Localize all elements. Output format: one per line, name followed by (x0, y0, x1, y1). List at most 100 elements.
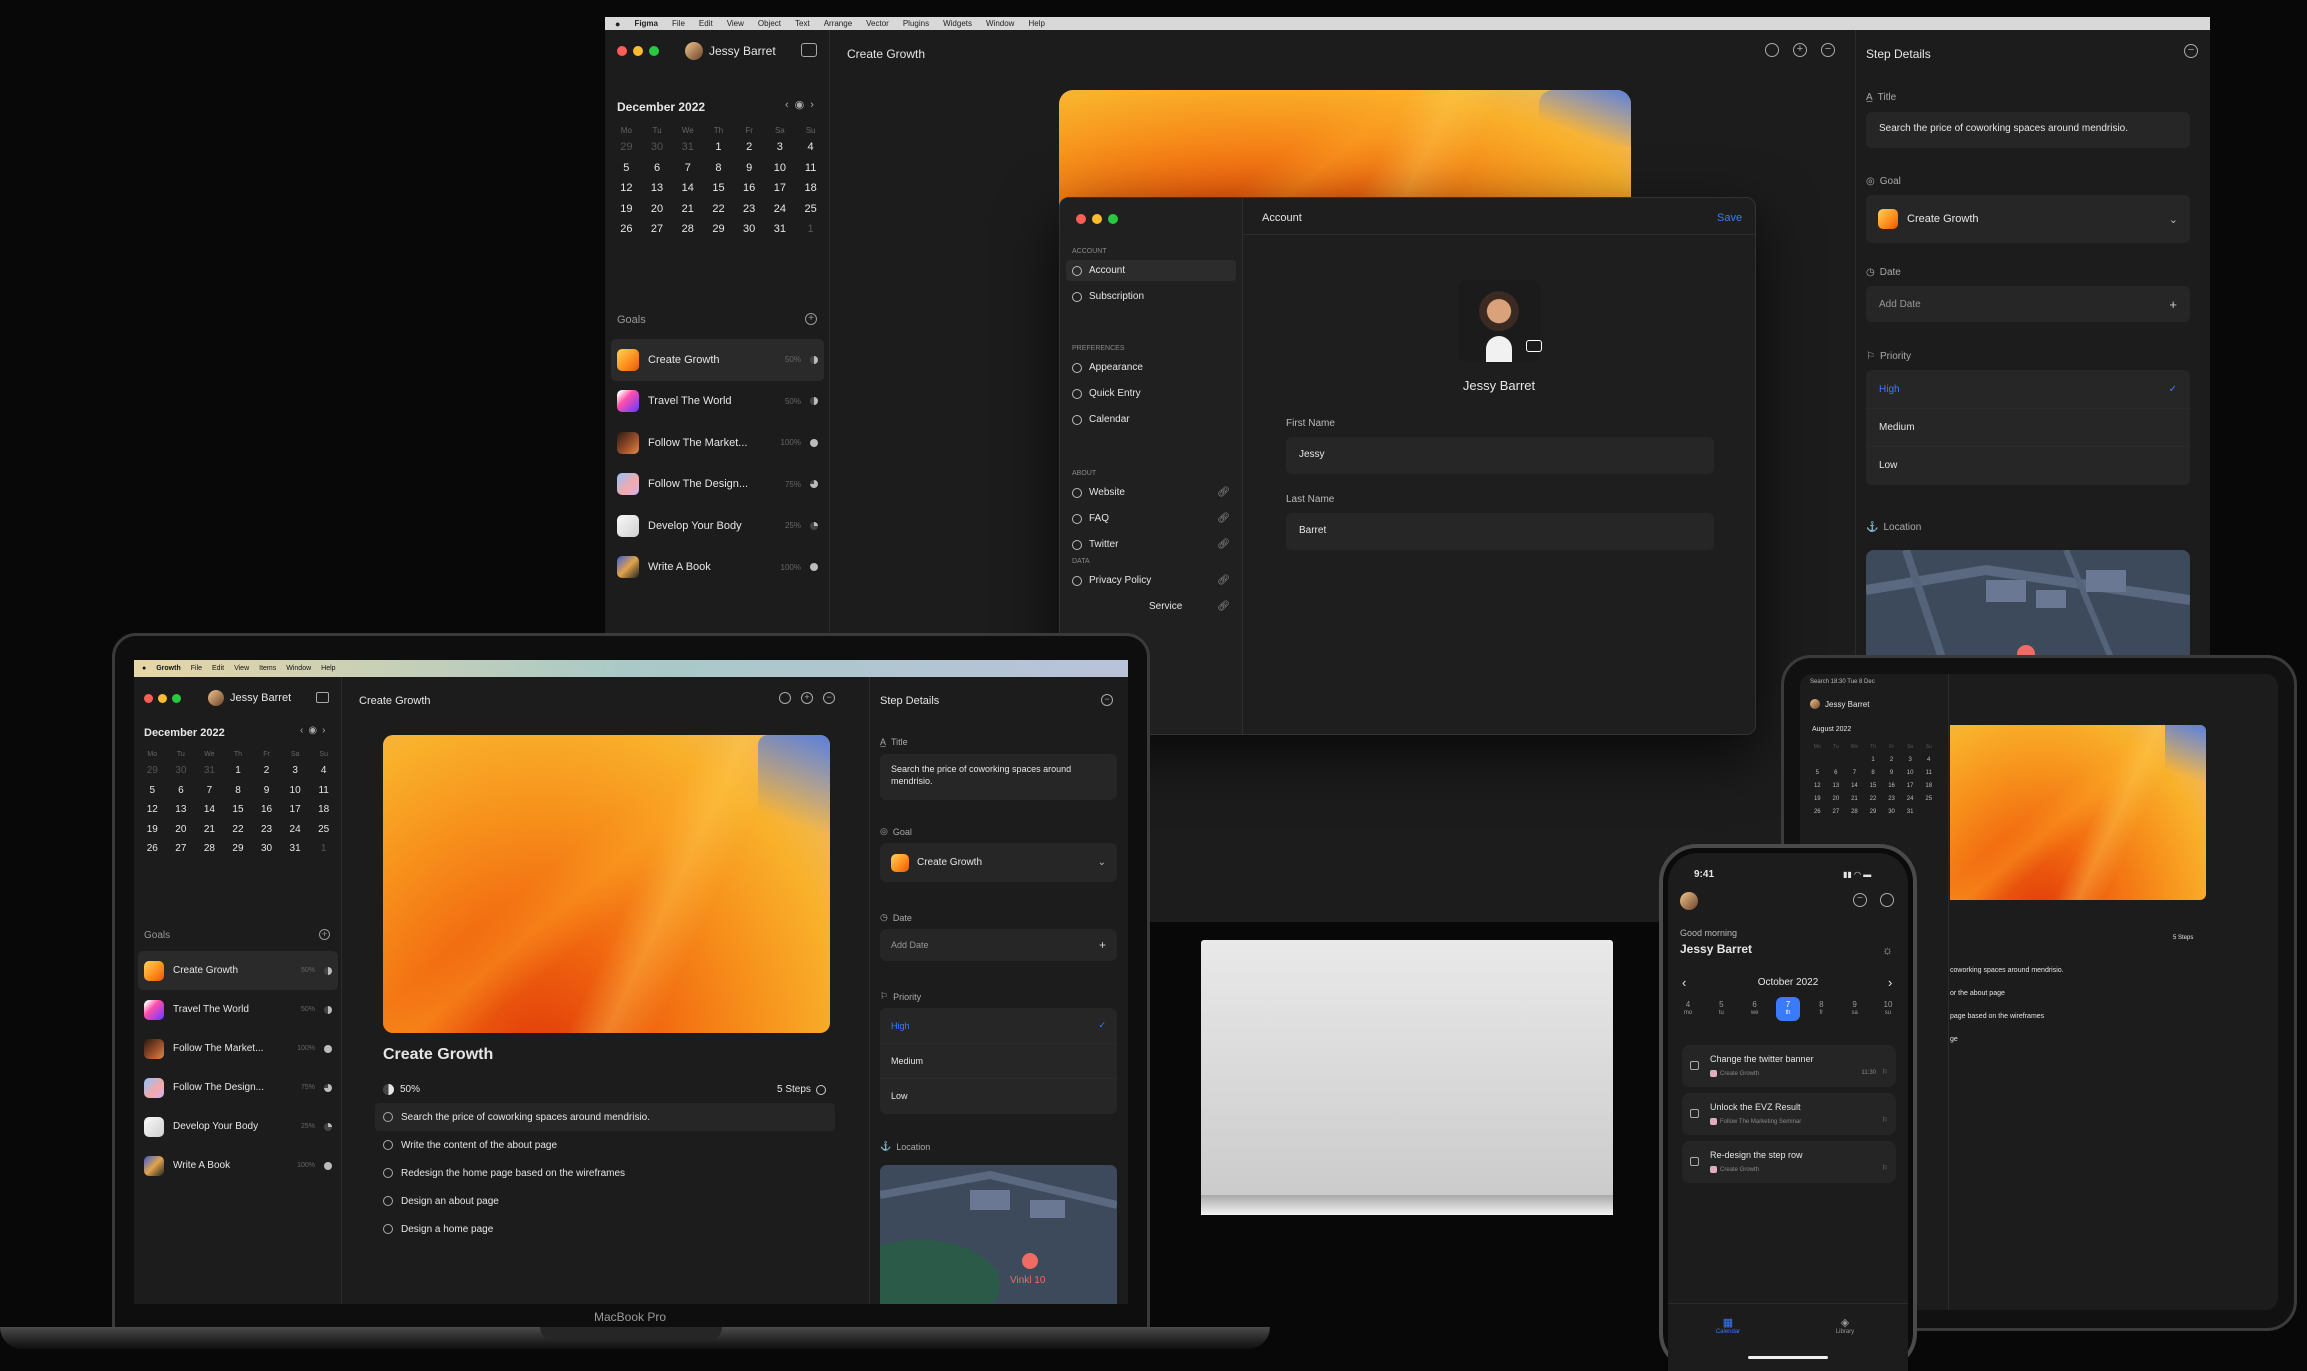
tablet-day-cell[interactable]: 29 (1864, 809, 1883, 815)
tablet-day-cell[interactable]: 11 (1919, 770, 1938, 776)
laptop-day-cell[interactable]: 24 (281, 820, 310, 840)
laptop-add-goal-icon[interactable]: + (319, 929, 330, 940)
tablet-day-cell[interactable]: 2 (1882, 757, 1901, 763)
day-cell[interactable]: 21 (672, 199, 703, 220)
laptop-goal-item[interactable]: Create Growth 50% (138, 951, 338, 990)
step-checkbox[interactable] (383, 1224, 393, 1234)
day-cell[interactable]: 23 (734, 199, 765, 220)
menu-plugins[interactable]: Plugins (903, 19, 929, 28)
tablet-day-cell[interactable]: 28 (1845, 809, 1864, 815)
apple-icon[interactable]: ● (615, 19, 620, 29)
goal-item[interactable]: Develop Your Body 25% (611, 505, 824, 547)
laptop-day-cell[interactable]: 20 (167, 820, 196, 840)
phone-minus-icon[interactable]: − (1853, 893, 1867, 907)
day-cell[interactable]: 7 (672, 158, 703, 179)
laptop-day-cell[interactable]: 27 (167, 839, 196, 859)
avatar[interactable] (685, 42, 703, 60)
day-cell[interactable]: 22 (703, 199, 734, 220)
location-map[interactable] (1866, 550, 2190, 670)
tablet-day-cell[interactable]: 9 (1882, 770, 1901, 776)
laptop-goal-item[interactable]: Travel The World 50% (138, 990, 338, 1029)
menu-widgets[interactable]: Widgets (943, 19, 972, 28)
focus-icon[interactable] (1765, 43, 1779, 57)
tablet-day-cell[interactable]: 1 (1864, 757, 1883, 763)
step-row[interactable]: Design an about page (375, 1187, 835, 1215)
priority-medium[interactable]: Medium (1866, 408, 2190, 446)
day-cell[interactable]: 19 (611, 199, 642, 220)
phone-task[interactable]: Unlock the EVZ Result Follow The Marketin… (1682, 1093, 1896, 1135)
phone-day[interactable]: 5 tu (1709, 997, 1733, 1021)
minus-icon[interactable]: − (1821, 43, 1835, 57)
tablet-day-cell[interactable]: 10 (1901, 770, 1920, 776)
camera-icon[interactable] (1526, 340, 1542, 352)
phone-day[interactable]: 10 su (1876, 997, 1900, 1021)
laptop-avatar[interactable] (208, 690, 224, 706)
day-cell[interactable]: 29 (703, 219, 734, 240)
phone-inbox-icon[interactable] (1880, 893, 1894, 907)
laptop-app-menu[interactable]: Growth (156, 665, 181, 672)
laptop-priority-low[interactable]: Low (880, 1078, 1117, 1113)
step-row[interactable]: Redesign the home page based on the wire… (375, 1159, 835, 1187)
tablet-day-cell[interactable]: 13 (1827, 783, 1846, 789)
goal-item[interactable]: Follow The Design... 75% (611, 464, 824, 506)
day-cell[interactable]: 30 (642, 137, 673, 158)
laptop-next-month-icon[interactable]: › (322, 725, 325, 736)
tablet-day-cell[interactable]: 14 (1845, 783, 1864, 789)
settings-zoom-button[interactable] (1108, 214, 1118, 224)
laptop-priority-medium[interactable]: Medium (880, 1043, 1117, 1078)
laptop-zoom-button[interactable] (172, 694, 181, 703)
tablet-day-cell[interactable]: 15 (1864, 783, 1883, 789)
laptop-day-cell[interactable]: 13 (167, 800, 196, 820)
laptop-goal-item[interactable]: Follow The Design... 75% (138, 1068, 338, 1107)
laptop-day-cell[interactable]: 16 (252, 800, 281, 820)
tablet-day-cell[interactable]: 8 (1864, 770, 1883, 776)
laptop-menu-window[interactable]: Window (286, 665, 311, 672)
day-cell[interactable]: 10 (765, 158, 796, 179)
sun-icon[interactable]: ☼ (1882, 943, 1893, 957)
tablet-day-cell[interactable]: 31 (1901, 809, 1920, 815)
day-cell[interactable]: 1 (703, 137, 734, 158)
priority-low[interactable]: Low (1866, 446, 2190, 484)
day-cell[interactable]: 11 (795, 158, 826, 179)
settings-nav-item[interactable]: Twitter 🔗︎ (1066, 534, 1236, 555)
menu-file[interactable]: File (672, 19, 685, 28)
save-button[interactable]: Save (1717, 212, 1742, 224)
laptop-close-details-icon[interactable]: − (1101, 694, 1113, 706)
day-cell[interactable]: 12 (611, 178, 642, 199)
laptop-day-cell[interactable]: 12 (138, 800, 167, 820)
day-cell[interactable]: 3 (765, 137, 796, 158)
tablet-day-cell[interactable]: 7 (1845, 770, 1864, 776)
minimize-button[interactable] (633, 46, 643, 56)
today-icon[interactable]: ◉ (795, 98, 805, 111)
day-cell[interactable]: 13 (642, 178, 673, 199)
add-icon[interactable]: + (1793, 43, 1807, 57)
tablet-day-cell[interactable]: 19 (1808, 796, 1827, 802)
title-field[interactable]: Search the price of coworking spaces aro… (1866, 112, 2190, 148)
first-name-field[interactable]: Jessy (1286, 437, 1714, 474)
laptop-minus-icon[interactable]: − (823, 692, 835, 704)
settings-nav-item[interactable]: FAQ 🔗︎ (1066, 508, 1236, 529)
phone-task[interactable]: Change the twitter banner Create Growth 11… (1682, 1045, 1896, 1087)
settings-close-button[interactable] (1076, 214, 1086, 224)
laptop-day-cell[interactable]: 26 (138, 839, 167, 859)
phone-day[interactable]: 7th (1775, 997, 1800, 1021)
tablet-day-cell[interactable]: 30 (1882, 809, 1901, 815)
laptop-day-cell[interactable]: 19 (138, 820, 167, 840)
tablet-day-cell[interactable]: 26 (1808, 809, 1827, 815)
laptop-day-cell[interactable]: 28 (195, 839, 224, 859)
laptop-day-cell[interactable]: 18 (309, 800, 338, 820)
phone-next-icon[interactable]: › (1888, 975, 1892, 990)
phone-day[interactable]: 6 we (1743, 997, 1767, 1021)
day-cell[interactable]: 2 (734, 137, 765, 158)
close-button[interactable] (617, 46, 627, 56)
day-cell[interactable]: 24 (765, 199, 796, 220)
day-cell[interactable]: 27 (642, 219, 673, 240)
tablet-day-cell[interactable]: 16 (1882, 783, 1901, 789)
add-date-icon[interactable]: + (2169, 297, 2177, 312)
day-cell[interactable]: 9 (734, 158, 765, 179)
tablet-day-cell[interactable]: 21 (1845, 796, 1864, 802)
phone-task-checkbox[interactable] (1690, 1157, 1699, 1166)
day-cell[interactable]: 14 (672, 178, 703, 199)
laptop-day-cell[interactable]: 1 (309, 839, 338, 859)
settings-nav-item[interactable]: Privacy Policy 🔗︎ (1066, 570, 1236, 591)
